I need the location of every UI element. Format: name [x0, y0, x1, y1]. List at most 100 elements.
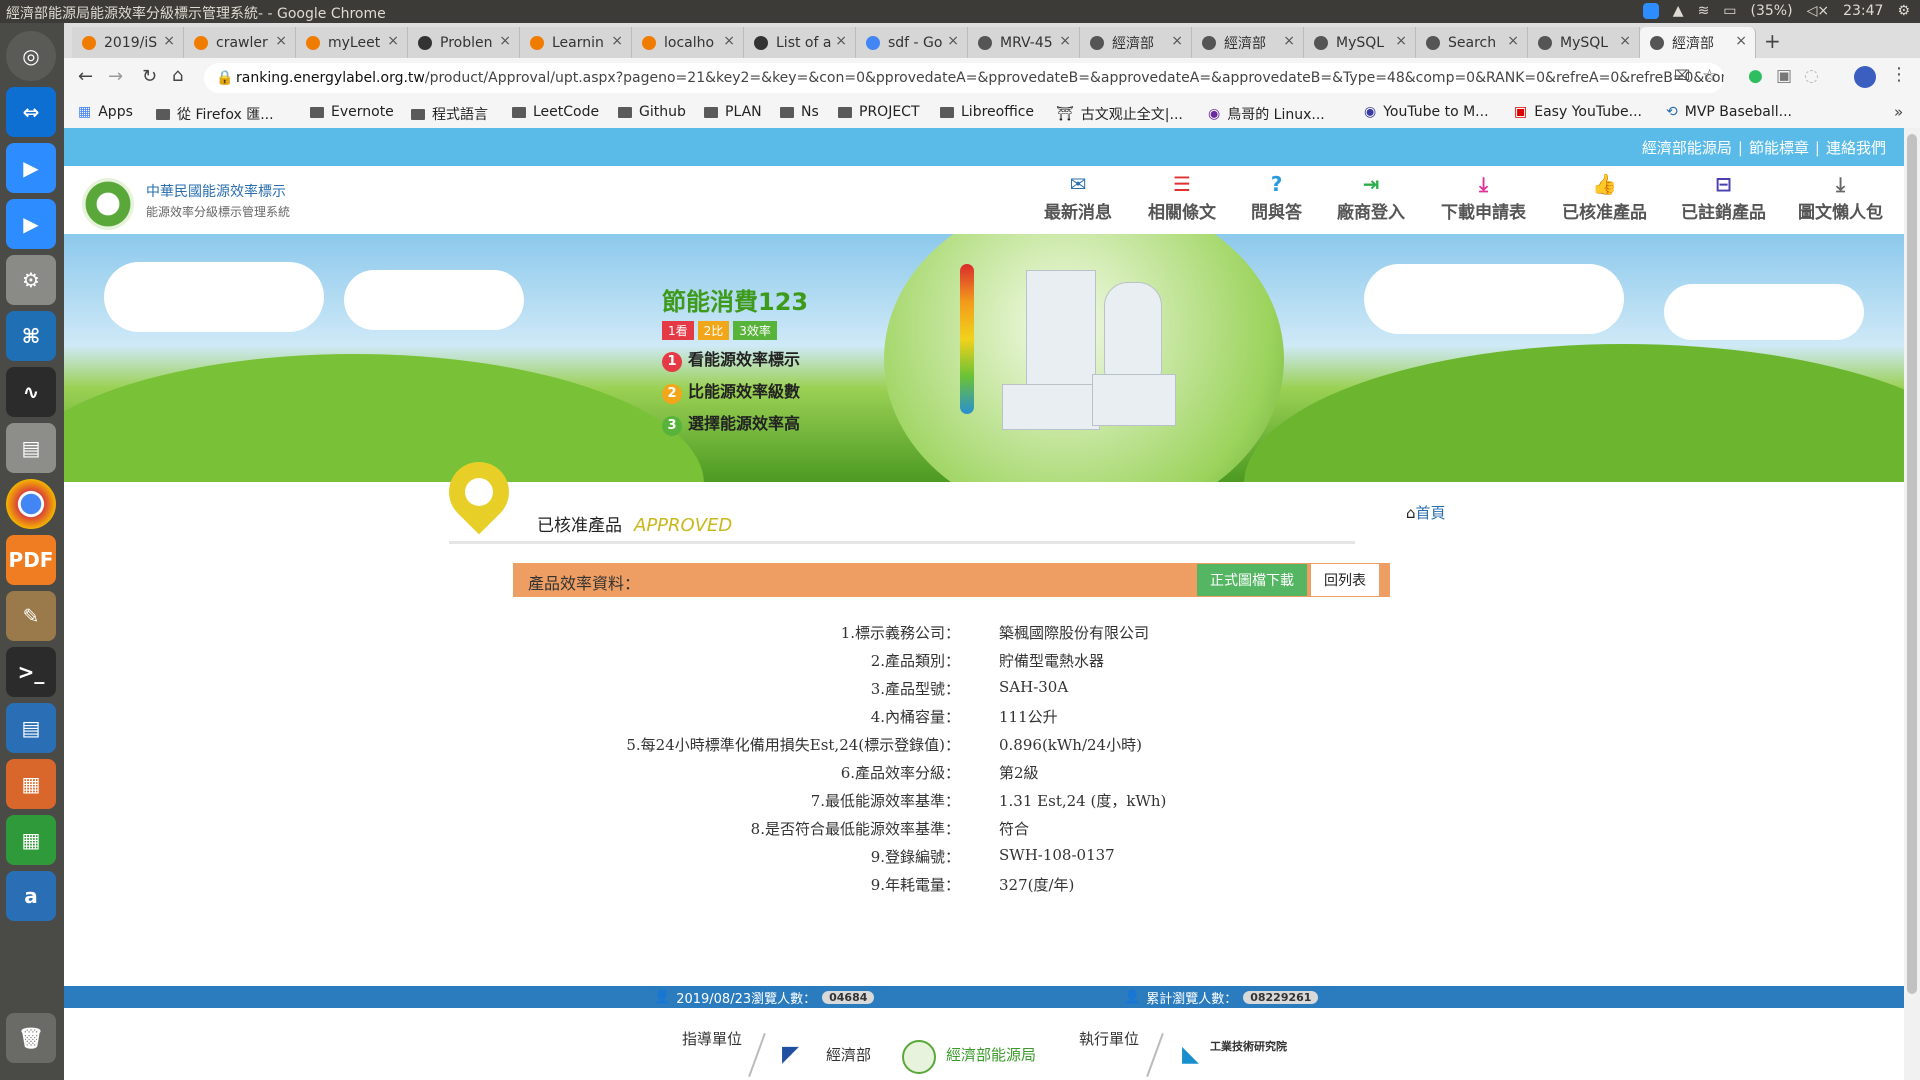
bookmark-folder[interactable]: 程式語言 [411, 104, 488, 124]
bookmark-folder[interactable]: Libreoffice [940, 104, 1034, 120]
impress-icon[interactable]: ▦ [6, 759, 56, 809]
browser-tab-active[interactable]: 經濟部 × [1640, 27, 1756, 58]
trash-icon[interactable]: 🗑 [6, 1013, 56, 1063]
extension-icon[interactable]: ▣ [1776, 66, 1792, 86]
tab-close-icon[interactable]: × [611, 33, 623, 49]
browser-tab[interactable]: List of a × [744, 27, 856, 58]
site-top-links[interactable]: 經濟部能源局 ∣ 節能標章 ∣ 連絡我們 [1642, 137, 1886, 158]
terminal-icon[interactable]: >_ [6, 647, 56, 697]
bookmark-link[interactable]: ◉ YouTube to M... [1364, 104, 1489, 120]
tab-close-icon[interactable]: × [163, 33, 175, 49]
tab-close-icon[interactable]: × [1283, 33, 1295, 49]
system-monitor-icon[interactable]: ∿ [6, 367, 56, 417]
chrome-icon[interactable] [6, 479, 56, 529]
menu-icon[interactable]: ⋮ [1890, 64, 1908, 85]
reload-icon[interactable]: ↻ [142, 66, 157, 87]
clock[interactable]: 23:47 [1843, 3, 1883, 19]
tab-close-icon[interactable]: × [1735, 33, 1747, 49]
tab-close-icon[interactable]: × [387, 33, 399, 49]
back-icon[interactable]: ← [78, 66, 93, 87]
zoom-icon[interactable] [1642, 3, 1659, 19]
nav-infographics[interactable]: ⤓ 圖文懶人包 [1798, 172, 1883, 223]
browser-tab[interactable]: Problen × [408, 27, 520, 58]
address-bar[interactable]: 🔒 ranking.energylabel.org.tw/product/App… [204, 63, 1724, 93]
bookmark-folder[interactable]: Github [618, 104, 686, 120]
tab-close-icon[interactable]: × [947, 33, 959, 49]
settings-icon[interactable]: ⚙ [6, 255, 56, 305]
tab-close-icon[interactable]: × [723, 33, 735, 49]
nav-regulations[interactable]: ☰ 相關條文 [1148, 172, 1216, 223]
pdf-editor-icon[interactable]: PDF [6, 535, 56, 585]
volume-icon[interactable]: ◁× [1807, 3, 1830, 19]
browser-tab[interactable]: Search × [1416, 27, 1528, 58]
teamviewer-icon[interactable]: ⇔ [6, 87, 56, 137]
browser-tab[interactable]: 2019/iS × [72, 27, 184, 58]
forward-icon[interactable]: → [108, 66, 123, 87]
scrollbar-thumb[interactable] [1907, 134, 1917, 994]
browser-tab[interactable]: sdf - Go × [856, 27, 968, 58]
site-name[interactable]: 中華民國能源效率標示 能源效率分級標示管理系統 [146, 182, 290, 222]
page-scrollbar[interactable] [1904, 128, 1920, 1080]
network-icon[interactable]: ▲ [1673, 3, 1684, 19]
tab-close-icon[interactable]: × [275, 33, 287, 49]
paint-brush-icon[interactable]: ✎ [6, 591, 56, 641]
files-icon[interactable]: ▤ [6, 423, 56, 473]
bookmark-link[interactable]: ▣ Easy YouTube... [1514, 104, 1642, 120]
download-official-image-button[interactable]: 正式圖檔下載 [1197, 564, 1307, 596]
bookmark-folder[interactable]: 從 Firefox 匯... [156, 104, 274, 124]
tab-close-icon[interactable]: × [1171, 33, 1183, 49]
writer-icon[interactable]: ▤ [6, 703, 56, 753]
itri-link[interactable]: 工業技術研究院 [1210, 1038, 1287, 1054]
vscode-icon[interactable]: ⌘ [6, 311, 56, 361]
battery-icon[interactable]: ▭ [1723, 3, 1736, 19]
nav-download-forms[interactable]: ⤓ 下載申請表 [1441, 172, 1526, 223]
bookmark-star-icon[interactable]: ☆ [1702, 66, 1717, 86]
browser-tab[interactable]: localho × [632, 27, 744, 58]
nav-faq[interactable]: ? 問與答 [1251, 172, 1302, 223]
bookmark-folder[interactable]: PLAN [704, 104, 762, 120]
nav-approved-products[interactable]: 👍 已核准產品 [1562, 172, 1647, 223]
browser-tab[interactable]: MySQL × [1304, 27, 1416, 58]
bookmark-folder[interactable]: Ns [780, 104, 819, 120]
wifi-icon[interactable]: ≋ [1698, 3, 1710, 19]
zoom-app-icon-2[interactable]: ▶ [6, 199, 56, 249]
tab-close-icon[interactable]: × [835, 33, 847, 49]
software-center-icon[interactable]: a [6, 871, 56, 921]
ubuntu-dash-icon[interactable]: ◎ [6, 31, 56, 81]
browser-tab[interactable]: crawler × [184, 27, 296, 58]
gear-icon[interactable]: ⚙ [1897, 3, 1910, 19]
calc-icon[interactable]: ▦ [6, 815, 56, 865]
browser-tab[interactable]: 經濟部 × [1192, 27, 1304, 58]
bookmark-folder[interactable]: PROJECT [838, 104, 920, 120]
tab-close-icon[interactable]: × [1395, 33, 1407, 49]
nav-latest-news[interactable]: ✉ 最新消息 [1044, 172, 1112, 223]
bookmark-folder[interactable]: LeetCode [512, 104, 599, 120]
home-icon[interactable]: ⌂ [172, 65, 183, 86]
back-to-list-button[interactable]: 回列表 [1311, 564, 1379, 596]
bookmark-link[interactable]: ◉ 鳥哥的 Linux... [1208, 104, 1325, 124]
itri-logo-icon[interactable]: ◣ [1182, 1042, 1199, 1067]
nav-vendor-login[interactable]: ⇥ 廠商登入 [1337, 172, 1405, 223]
zoom-app-icon[interactable]: ▶ [6, 143, 56, 193]
browser-tab[interactable]: 經濟部 × [1080, 27, 1192, 58]
extension-icon-2[interactable]: ◌ [1804, 66, 1819, 86]
browser-tab[interactable]: MRV-45 × [968, 27, 1080, 58]
moea-link[interactable]: 經濟部 [826, 1044, 871, 1065]
tab-close-icon[interactable]: × [499, 33, 511, 49]
profile-avatar[interactable] [1854, 66, 1876, 88]
boe-logo-icon[interactable] [902, 1040, 936, 1074]
bookmark-link[interactable]: ⛩ 古文观止全文|... [1056, 104, 1183, 124]
browser-tab[interactable]: Learnin × [520, 27, 632, 58]
bookmark-link[interactable]: ⟲ MVP Baseball... [1666, 104, 1792, 120]
tab-close-icon[interactable]: × [1619, 33, 1631, 49]
bookmarks-overflow-icon[interactable]: » [1894, 103, 1903, 121]
site-logo[interactable] [82, 178, 134, 230]
moea-logo-icon[interactable]: ◤ [782, 1042, 799, 1067]
tab-close-icon[interactable]: × [1059, 33, 1071, 49]
translate-icon[interactable]: ⌧ [1674, 68, 1690, 84]
browser-tab[interactable]: myLeet × [296, 27, 408, 58]
nav-cancelled-products[interactable]: ⊟ 已註銷產品 [1681, 172, 1766, 223]
bookmark-folder[interactable]: Evernote [310, 104, 394, 120]
new-tab-button[interactable]: + [1764, 29, 1781, 53]
evernote-extension-icon[interactable]: ● [1748, 66, 1763, 86]
